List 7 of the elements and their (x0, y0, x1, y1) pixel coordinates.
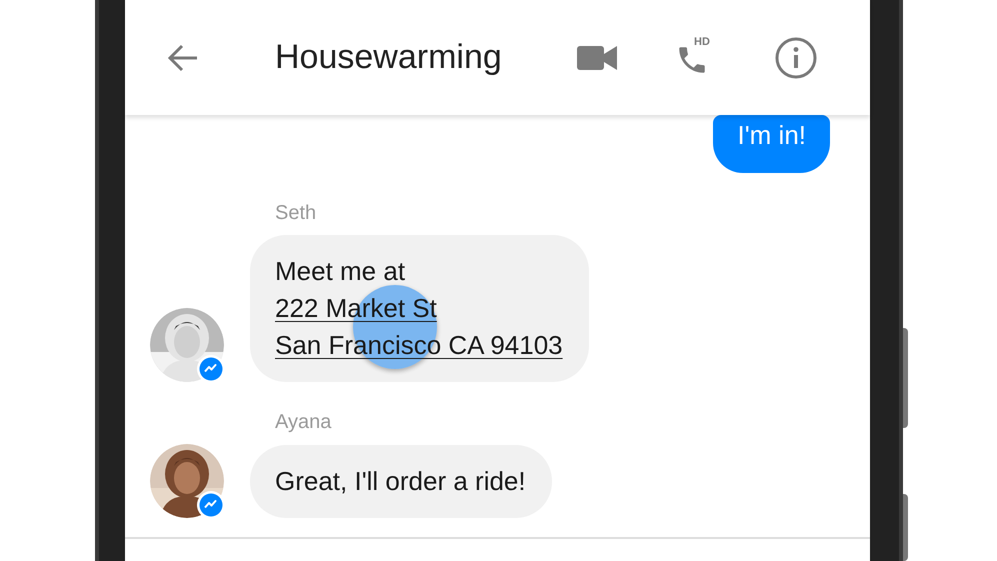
voice-call-button[interactable]: HD (675, 38, 715, 78)
sender-name: Seth (275, 201, 318, 225)
message-text: I'm in! (737, 120, 806, 150)
conversation-title: Housewarming (275, 37, 503, 78)
message-text: Great, I'll order a ride! (275, 466, 526, 496)
message-text: Meet me at (275, 256, 406, 286)
sender-name: Ayana (275, 410, 332, 434)
